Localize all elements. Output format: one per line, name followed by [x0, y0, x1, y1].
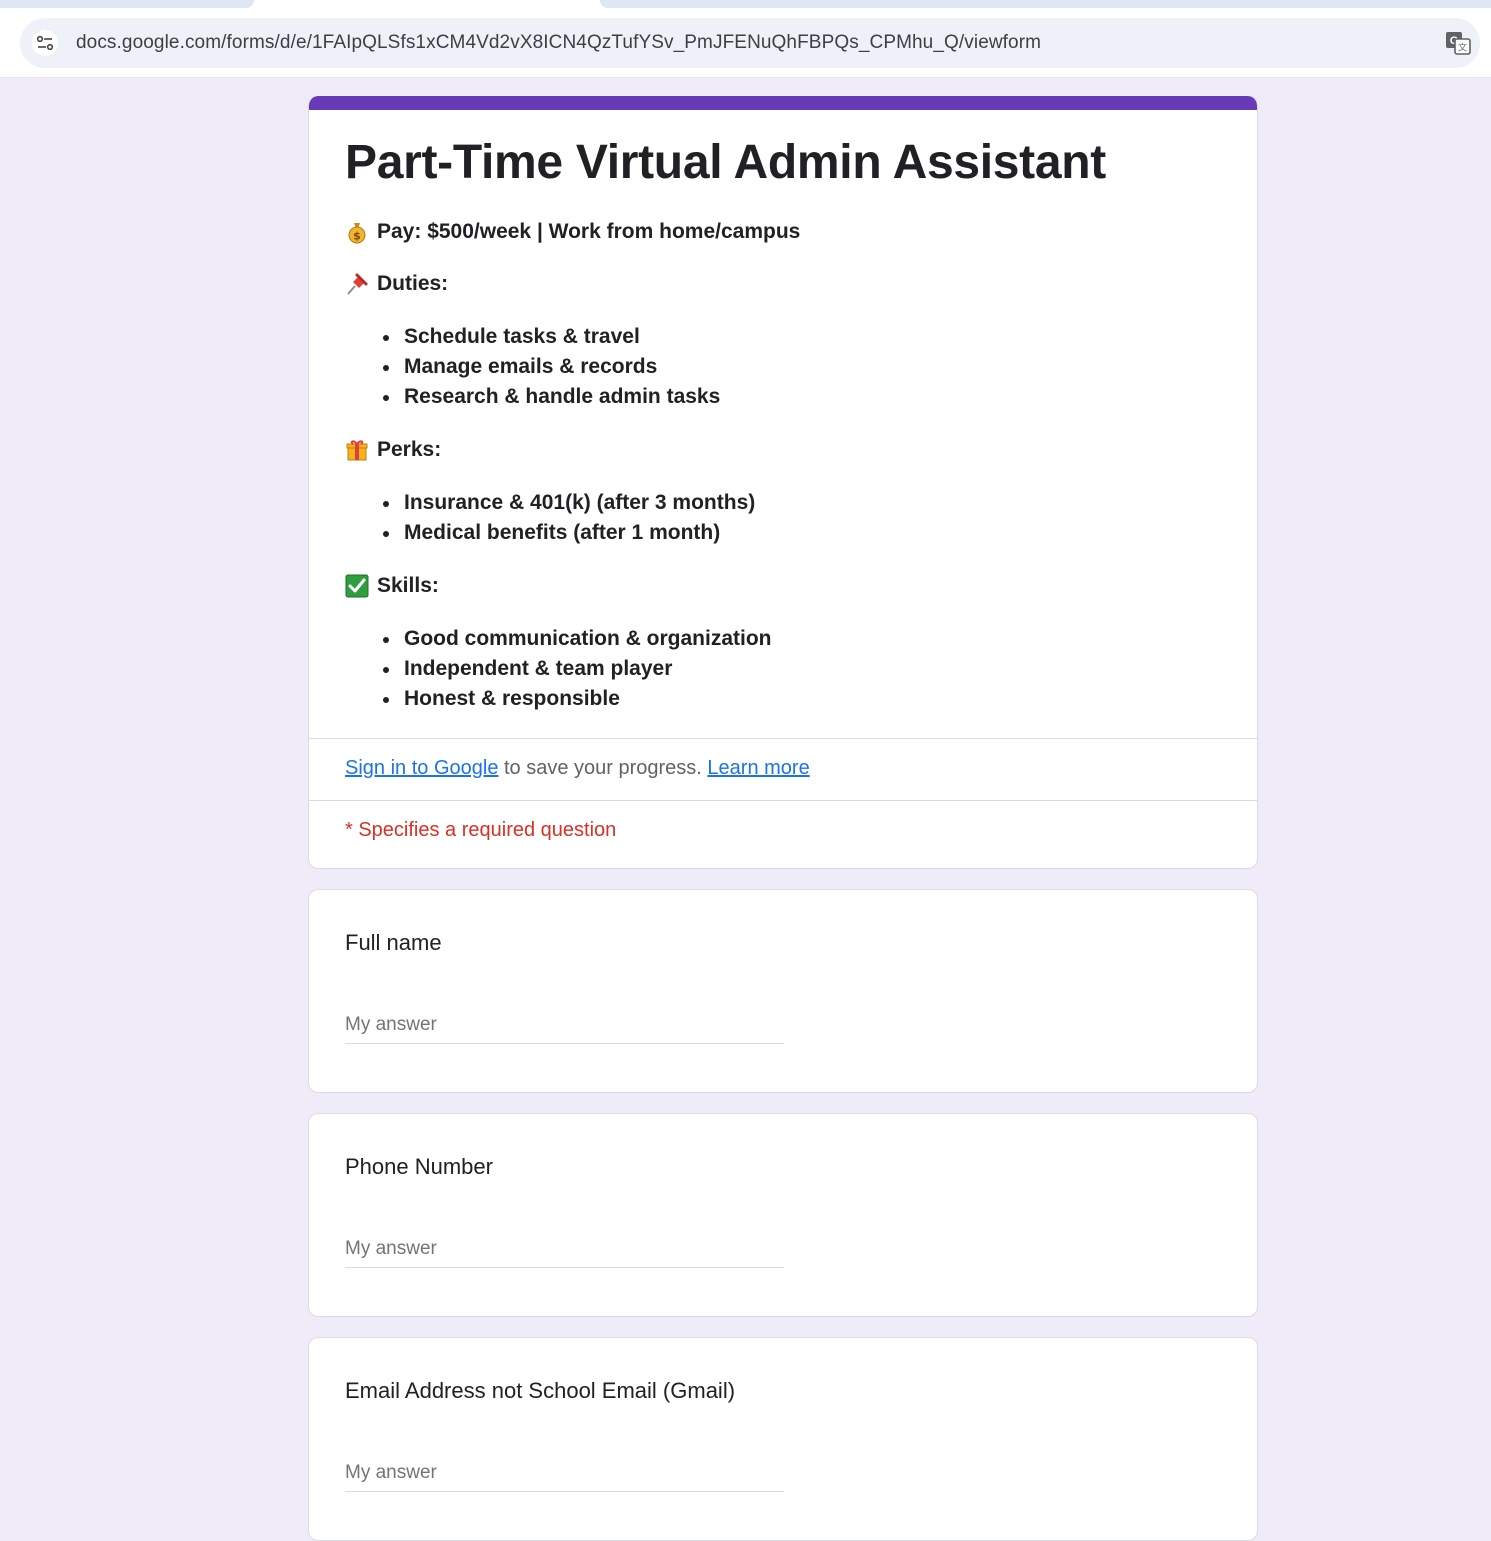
learn-more-link[interactable]: Learn more	[707, 757, 809, 779]
signin-text: to save your progress.	[498, 757, 708, 779]
duties-heading: Duties:	[345, 270, 1221, 298]
tab-right[interactable]	[600, 0, 1491, 8]
full-name-input[interactable]	[345, 1010, 784, 1044]
perks-list: Insurance & 401(k) (after 3 months) Medi…	[381, 488, 1221, 548]
form-header-card: Part-Time Virtual Admin Assistant $ Pay:…	[308, 96, 1258, 869]
url-text[interactable]: docs.google.com/forms/d/e/1FAIpQLSfs1xCM…	[76, 32, 1041, 54]
form-title: Part-Time Virtual Admin Assistant	[345, 136, 1106, 189]
money-bag-icon: $	[348, 223, 366, 244]
pay-text: Pay: $500/week | Work from home/campus	[377, 220, 801, 243]
address-bar[interactable]: docs.google.com/forms/d/e/1FAIpQLSfs1xCM…	[20, 18, 1480, 68]
tab-left[interactable]	[0, 0, 254, 8]
skills-list: Good communication & organization Indepe…	[381, 624, 1221, 714]
question-title: Full name	[345, 930, 442, 955]
question-card-email: Email Address not School Email (Gmail)	[308, 1337, 1258, 1541]
form-description: Part-Time Virtual Admin Assistant $ Pay:…	[309, 110, 1257, 738]
sign-in-link[interactable]: Sign in to Google	[345, 757, 498, 779]
question-title: Phone Number	[345, 1154, 493, 1179]
required-note: * Specifies a required question	[345, 819, 617, 841]
site-info-button[interactable]	[32, 30, 58, 56]
list-item: Good communication & organization	[381, 624, 1221, 654]
skills-heading-text: Skills:	[377, 574, 439, 597]
question-title: Email Address not School Email (Gmail)	[345, 1378, 736, 1403]
signin-notice: Sign in to Google to save your progress.…	[309, 739, 1257, 800]
tune-icon	[36, 35, 54, 51]
email-input[interactable]	[345, 1458, 784, 1492]
skills-heading: Skills:	[345, 572, 1221, 600]
list-item: Independent & team player	[381, 654, 1221, 684]
duties-heading-text: Duties:	[377, 272, 449, 295]
svg-text:文: 文	[1458, 42, 1467, 54]
list-item: Insurance & 401(k) (after 3 months)	[381, 488, 1221, 518]
accent-bar	[309, 96, 1257, 110]
pay-line: $ Pay: $500/week | Work from home/campus	[345, 218, 1221, 246]
translate-icon[interactable]: G 文	[1444, 29, 1472, 57]
form-column: Part-Time Virtual Admin Assistant $ Pay:…	[308, 96, 1258, 1541]
perks-heading-text: Perks:	[377, 438, 442, 461]
perks-heading: Perks:	[345, 436, 1221, 464]
list-item: Research & handle admin tasks	[381, 382, 1221, 412]
pushpin-icon	[347, 273, 368, 295]
browser-toolbar: docs.google.com/forms/d/e/1FAIpQLSfs1xCM…	[0, 8, 1491, 78]
phone-number-input[interactable]	[345, 1234, 784, 1268]
question-card-full-name: Full name	[308, 889, 1258, 1093]
svg-text:$: $	[353, 230, 361, 243]
gift-icon	[346, 440, 368, 461]
checkmark-box-icon	[345, 574, 369, 598]
question-card-phone: Phone Number	[308, 1113, 1258, 1317]
list-item: Schedule tasks & travel	[381, 322, 1221, 352]
list-item: Manage emails & records	[381, 352, 1221, 382]
list-item: Medical benefits (after 1 month)	[381, 518, 1221, 548]
duties-list: Schedule tasks & travel Manage emails & …	[381, 322, 1221, 412]
list-item: Honest & responsible	[381, 684, 1221, 714]
